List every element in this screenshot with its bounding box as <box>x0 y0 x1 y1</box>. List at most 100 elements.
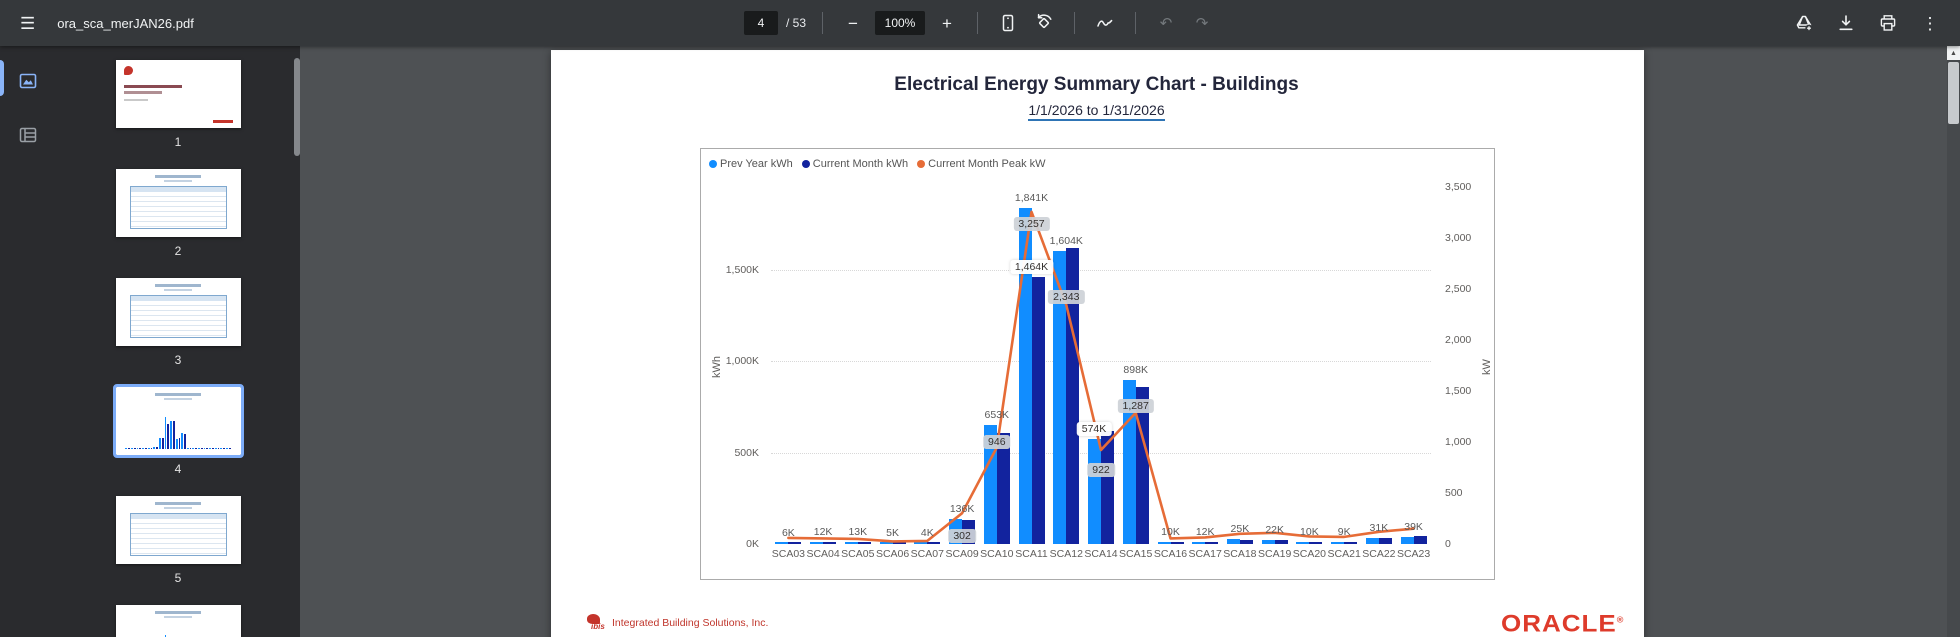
fit-page-button[interactable] <box>994 9 1022 37</box>
bar-current-month <box>1101 430 1114 544</box>
left-axis-title: kWh <box>711 356 723 378</box>
download-button[interactable] <box>1832 9 1860 37</box>
rotate-button[interactable] <box>1030 9 1058 37</box>
bar-value-label: 1,464K <box>1009 259 1054 274</box>
main-scrollbar: ▲ <box>1947 46 1960 637</box>
x-axis-label: SCA09 <box>945 548 979 560</box>
left-axis-tick: 0K <box>746 538 759 550</box>
bar-current-month <box>892 542 906 544</box>
outline-icon <box>19 127 37 143</box>
redo-button[interactable]: ↷ <box>1188 9 1216 37</box>
peak-value-label: 946 <box>983 434 1011 449</box>
bar-value-label: 4K <box>920 527 934 540</box>
peak-value-label: 3,257 <box>1013 216 1050 231</box>
bar-prev-year <box>844 541 858 544</box>
menu-icon[interactable]: ☰ <box>16 11 39 36</box>
legend-dot <box>917 160 926 168</box>
bar-value-label: 136K <box>949 503 975 516</box>
right-axis-title: kW <box>1481 359 1493 375</box>
bar-prev-year <box>1157 542 1171 544</box>
x-axis-label: SCA23 <box>1396 548 1431 560</box>
chart-legend: Prev Year kWh Current Month kWh Current Mo… <box>709 158 1046 170</box>
save-to-drive-button[interactable] <box>1790 9 1818 37</box>
x-axis-label: SCA10 <box>980 548 1014 560</box>
left-axis-tick: 1,500K <box>725 264 759 276</box>
page-total-label: / 53 <box>785 16 807 30</box>
thumbnail-preview <box>115 60 241 128</box>
right-axis-tick: 2,000 <box>1445 334 1472 346</box>
toolbar-divider <box>822 12 824 34</box>
drive-icon <box>1796 15 1813 32</box>
print-button[interactable] <box>1874 9 1902 37</box>
undo-button[interactable]: ↶ <box>1152 9 1180 37</box>
scroll-up-arrow[interactable]: ▲ <box>1947 46 1960 60</box>
sidebar-scrollbar-thumb[interactable] <box>294 58 300 156</box>
thumbnail-page-6[interactable]: 6 <box>115 605 241 637</box>
bar-value-label: 12K <box>813 525 833 538</box>
bar-current-month <box>823 542 837 544</box>
bar-prev-year <box>1296 542 1310 544</box>
x-axis-label: SCA05 <box>841 548 875 560</box>
date-range-link-wrap: 1/1/2026 to 1/31/2026 <box>700 102 1493 121</box>
peak-value-label: 302 <box>948 529 976 544</box>
sidebar-rail <box>0 46 56 637</box>
bar-current-month <box>1205 541 1219 544</box>
ibis-logo-icon: ibis <box>587 614 605 631</box>
bar-current-month <box>1309 542 1323 544</box>
pdf-viewer: ☰ ora_sca_merJAN26.pdf / 53 − + <box>0 0 1960 637</box>
bar-value-label: 13K <box>848 525 868 538</box>
zoom-out-button[interactable]: − <box>839 9 867 37</box>
bar-prev-year <box>1226 539 1240 544</box>
bar-value-label: 25K <box>1230 523 1250 536</box>
x-axis-label: SCA20 <box>1292 548 1327 560</box>
bar-value-label: 9K <box>1337 526 1351 539</box>
footer-company-block: ibis Integrated Building Solutions, Inc. <box>587 614 768 631</box>
active-panel-indicator <box>0 60 4 96</box>
bar-current-month <box>996 432 1010 544</box>
x-axis-label: SCA04 <box>806 548 840 560</box>
toolbar-divider <box>977 12 979 34</box>
thumbnail-page-3[interactable]: 3 <box>115 278 241 367</box>
x-axis-label: SCA18 <box>1223 548 1257 560</box>
bar-prev-year <box>1192 541 1206 544</box>
bar-current-month <box>1274 540 1288 544</box>
thumbnail-page-number: 1 <box>174 135 182 149</box>
outline-panel-button[interactable] <box>0 112 56 158</box>
more-options-icon[interactable]: ⋮ <box>1916 9 1944 37</box>
bar-prev-year <box>1018 207 1032 544</box>
bar-value-label: 653K <box>984 408 1010 421</box>
bar-current-month <box>1413 535 1427 544</box>
bar-prev-year <box>1088 439 1101 544</box>
x-axis-label: SCA03 <box>771 548 806 560</box>
oracle-logo: ORACLE® <box>1501 609 1625 637</box>
bar-value-label: 12K <box>1195 525 1215 538</box>
right-axis-tick: 1,000 <box>1445 436 1472 448</box>
page-number-input[interactable] <box>743 11 778 35</box>
thumbnails-icon <box>19 73 37 89</box>
thumbnail-page-number: 5 <box>174 571 182 585</box>
left-axis-tick: 500K <box>734 446 759 459</box>
thumbnail-page-number: 3 <box>174 353 182 367</box>
bar-current-month <box>1344 542 1358 544</box>
bar-value-label: 10K <box>1300 526 1319 539</box>
bar-current-month <box>1378 537 1392 544</box>
right-axis-tick: 0 <box>1445 538 1451 550</box>
document-viewport: Electrical Energy Summary Chart - Buildi… <box>300 46 1960 637</box>
peak-value-label: 1,287 <box>1117 398 1154 413</box>
main-scrollbar-thumb[interactable] <box>1948 62 1959 124</box>
zoom-level-input[interactable] <box>875 11 926 35</box>
thumbnail-page-1[interactable]: 1 <box>115 60 241 149</box>
zoom-in-button[interactable]: + <box>933 9 961 37</box>
thumbnail-page-2[interactable]: 2 <box>115 169 241 258</box>
bar-value-label: 39K <box>1404 520 1423 533</box>
bar-prev-year <box>1331 542 1345 544</box>
pdf-page: Electrical Energy Summary Chart - Buildi… <box>551 50 1644 637</box>
x-axis-label: SCA15 <box>1119 548 1153 560</box>
thumbnails-panel-button[interactable] <box>0 58 56 104</box>
right-axis-tick: 3,000 <box>1445 232 1472 244</box>
thumbnail-page-4[interactable]: 4 <box>112 384 244 476</box>
bar-prev-year <box>914 542 928 544</box>
thumbnail-page-5[interactable]: 5 <box>115 496 241 585</box>
annotate-button[interactable] <box>1091 9 1119 37</box>
date-range-link[interactable]: 1/1/2026 to 1/31/2026 <box>1028 102 1165 121</box>
